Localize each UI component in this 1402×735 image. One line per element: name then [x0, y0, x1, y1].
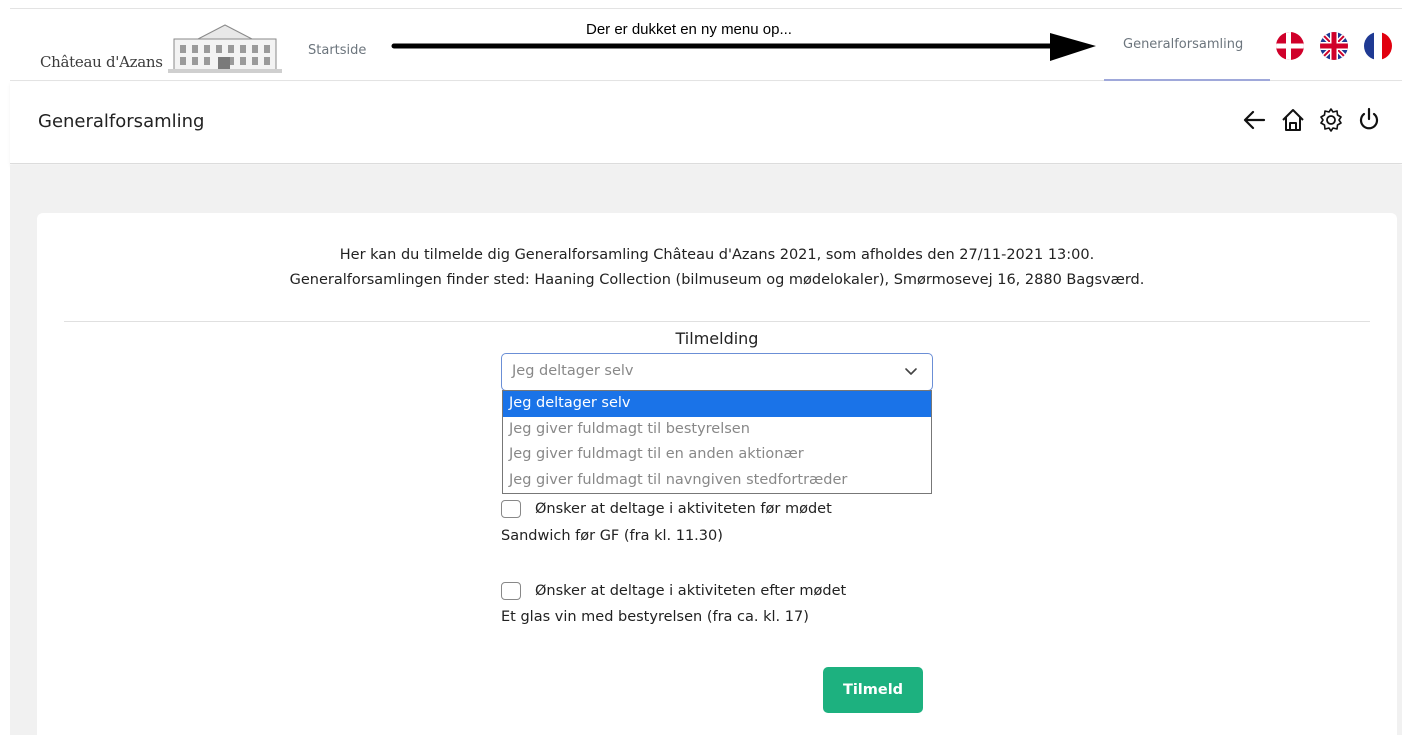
- nav-generalforsamling-label: Generalforsamling: [1123, 37, 1244, 52]
- intro-line-1: Her kan du tilmelde dig Generalforsamlin…: [339, 247, 1095, 263]
- activity-after-label: Ønsker at deltage i aktiviteten efter mø…: [535, 583, 847, 599]
- page-title: Generalforsamling: [38, 111, 205, 132]
- intro-text: Her kan du tilmelde dig Generalforsamlin…: [37, 243, 1397, 293]
- danish-flag-icon[interactable]: [1276, 32, 1304, 60]
- dropdown-option[interactable]: Jeg giver fuldmagt til bestyrelsen: [503, 417, 931, 443]
- nav-startside[interactable]: Startside: [308, 43, 366, 58]
- logo-text: Château d'Azans: [40, 53, 163, 71]
- dropdown-option[interactable]: Jeg deltager selv: [503, 391, 931, 417]
- activity-after-checkbox[interactable]: [501, 582, 521, 600]
- activity-before-label: Ønsker at deltage i aktiviteten før møde…: [535, 501, 832, 517]
- dropdown-option[interactable]: Jeg giver fuldmagt til en anden aktionær: [503, 442, 931, 468]
- chateau-logo[interactable]: Château d'Azans: [36, 15, 296, 75]
- uk-flag-icon[interactable]: [1320, 32, 1348, 60]
- activity-before-row: Ønsker at deltage i aktiviteten før møde…: [501, 500, 832, 518]
- tilmelding-dropdown: Jeg deltager selv Jeg giver fuldmagt til…: [502, 390, 932, 494]
- header-actions: [1242, 106, 1382, 134]
- chevron-down-icon: [905, 368, 917, 375]
- page-header: Generalforsamling: [10, 82, 1402, 164]
- settings-icon[interactable]: [1318, 106, 1344, 134]
- french-flag-icon[interactable]: [1364, 32, 1392, 60]
- home-icon[interactable]: [1280, 106, 1306, 134]
- activity-after-row: Ønsker at deltage i aktiviteten efter mø…: [501, 582, 846, 600]
- divider: [64, 321, 1370, 322]
- nav-generalforsamling[interactable]: Generalforsamling: [1104, 9, 1270, 81]
- activity-before-desc: Sandwich før GF (fra kl. 11.30): [501, 528, 723, 544]
- tilmeld-button[interactable]: Tilmeld: [823, 667, 923, 713]
- activity-after-desc: Et glas vin med bestyrelsen (fra ca. kl.…: [501, 609, 809, 625]
- annotation-arrow-icon: [391, 33, 1096, 61]
- dropdown-option[interactable]: Jeg giver fuldmagt til navngiven stedfor…: [503, 468, 931, 494]
- tilmelding-select[interactable]: Jeg deltager selv: [501, 353, 933, 391]
- top-navbar: Château d'Azans Startside Der er dukket …: [10, 8, 1402, 81]
- power-icon[interactable]: [1356, 106, 1382, 134]
- activity-before-checkbox[interactable]: [501, 500, 521, 518]
- chateau-building-icon: [168, 24, 282, 73]
- registration-card: Her kan du tilmelde dig Generalforsamlin…: [37, 213, 1397, 735]
- tilmelding-select-value: Jeg deltager selv: [512, 363, 634, 379]
- tilmelding-label: Tilmelding: [675, 329, 759, 348]
- back-arrow-icon[interactable]: [1242, 106, 1268, 134]
- intro-line-2: Generalforsamlingen finder sted: Haaning…: [289, 272, 1145, 288]
